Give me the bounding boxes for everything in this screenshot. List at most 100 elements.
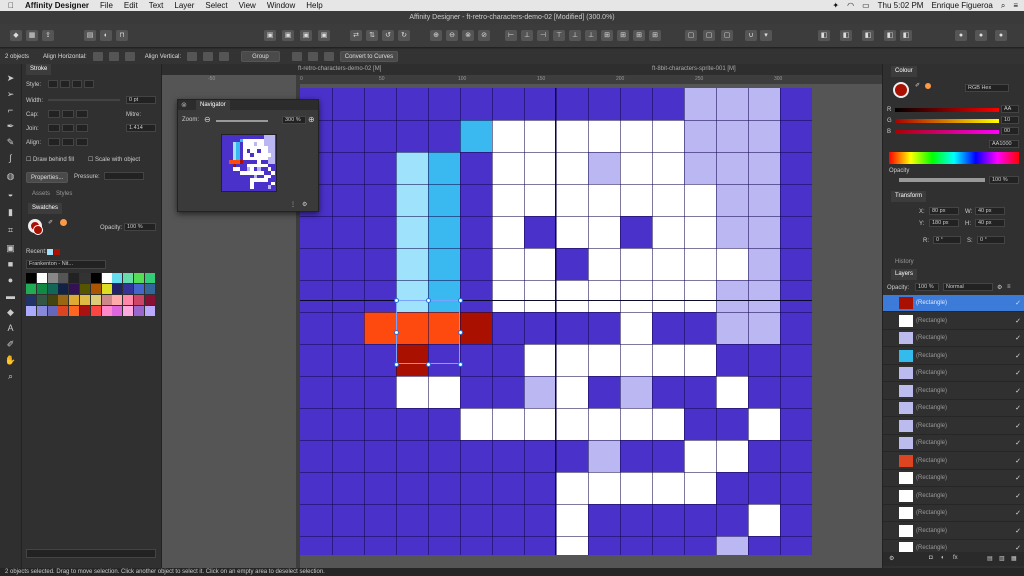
colour-mode-select[interactable]: RGB Hex [965,84,1009,92]
document-setup-icon[interactable]: ▤ [84,30,96,41]
palette-swatch[interactable] [36,284,47,294]
menu-window[interactable]: Window [267,1,295,10]
draw-behind-checkbox[interactable]: ☐ Draw behind fill [26,156,74,163]
preferences-icon[interactable]: ◧ [862,30,874,41]
pixel-rect[interactable] [524,344,556,376]
align-outside-icon[interactable] [76,138,88,146]
align-v-middle-icon[interactable] [203,52,214,61]
menu-file[interactable]: File [100,1,113,10]
stroke-tab[interactable]: Stroke [26,64,52,75]
stroke-dash-icon[interactable] [72,80,82,88]
assets-tab[interactable]: Assets [28,189,54,200]
palette-swatch[interactable] [80,295,90,305]
pixel-rect[interactable] [748,120,780,152]
pixel-rect[interactable] [716,152,748,184]
align-v-bottom-icon[interactable] [219,52,230,61]
pixel-rect[interactable] [748,216,780,248]
pixel-rect[interactable] [524,152,556,184]
pixel-rect[interactable] [684,216,716,248]
user-name[interactable]: Enrique Figueroa [931,1,992,10]
pixel-rect[interactable] [588,472,620,504]
visibility-checkbox[interactable]: ✓ [1015,387,1021,395]
pixel-rect[interactable] [492,280,524,312]
selection-bounds[interactable] [396,300,460,364]
palette-swatch[interactable] [69,273,80,283]
pixel-rect[interactable] [620,472,652,504]
layer-row[interactable]: (Rectangle) ✓ [883,505,1024,522]
navigator-menu-icon[interactable]: ⋮ [290,201,296,208]
palette-swatch[interactable] [90,284,101,294]
stroke-none-icon[interactable] [48,80,58,88]
layer-row[interactable]: (Rectangle) ✓ [883,383,1024,400]
zoom-input[interactable]: 300 % [282,116,306,124]
pixel-rect[interactable] [460,408,492,440]
palette-swatch[interactable] [58,273,69,283]
selection-handle[interactable] [458,298,463,303]
visibility-checkbox[interactable]: ✓ [1015,404,1021,412]
pixel-rect[interactable] [716,312,748,344]
palette-swatch[interactable] [123,295,134,305]
selection-handle[interactable] [458,330,463,335]
layer-row[interactable]: (Rectangle) ✓ [883,418,1024,435]
pixel-rect[interactable] [492,184,524,216]
pixel-rect[interactable] [652,152,684,184]
search-icon[interactable]: ⌕ [1001,1,1005,11]
layer-row[interactable]: (Rectangle) ✓ [883,435,1024,452]
close-icon[interactable]: ⊗ [181,101,187,109]
green-input[interactable]: 10 [1001,116,1019,124]
palette-swatch[interactable] [101,284,112,294]
pixel-rect[interactable] [588,120,620,152]
pixel-rect[interactable] [748,280,780,312]
rounded-rect-tool-icon[interactable]: ▬ [4,290,17,302]
navigator-tab[interactable]: Navigator [196,100,230,110]
pixel-rect[interactable] [684,280,716,312]
pixel-rect[interactable] [588,408,620,440]
pixel-rect[interactable] [716,536,748,555]
visibility-checkbox[interactable]: ✓ [1015,317,1021,325]
pixel-rect[interactable] [684,248,716,280]
layer-row[interactable]: (Rectangle) ✓ [883,488,1024,505]
grid-icon[interactable]: ⊞ [649,30,661,41]
colour-spectrum[interactable] [889,152,1019,164]
studio-icon[interactable]: ◧ [840,30,852,41]
palette-swatch[interactable] [90,295,101,305]
align-v-top-icon[interactable] [187,52,198,61]
duplicate-layer-icon[interactable]: ▥ [999,555,1005,562]
palette-swatch[interactable] [58,306,69,316]
join-round-icon[interactable] [62,124,74,132]
pixel-rect[interactable] [748,504,780,536]
pixel-rect[interactable] [524,408,556,440]
opacity-input[interactable]: 100 % [124,223,156,231]
pixel-rect[interactable] [620,248,652,280]
pressure-control[interactable] [104,172,144,180]
layer-row[interactable]: (Rectangle) ✓ [883,453,1024,470]
clock[interactable]: Thu 5:02 PM [878,1,924,10]
scale-checkbox[interactable]: ☐ Scale with object [88,156,140,163]
snap-guides-icon[interactable]: ▢ [703,30,715,41]
flip-v-icon[interactable]: ⇅ [366,30,378,41]
recent-swatch[interactable] [47,249,53,255]
zoom-tool-icon[interactable]: ⌕ [4,370,17,382]
mitre-input[interactable]: 1.414 [126,124,156,132]
pixel-rect[interactable] [556,504,588,536]
tab-doc-1[interactable]: ft-retro-characters-demo-02 [M] [298,66,381,72]
visibility-checkbox[interactable]: ✓ [1015,334,1021,342]
align-top-icon[interactable]: ⊤ [553,30,565,41]
layer-row[interactable]: (Rectangle) ✓ [883,523,1024,540]
pixel-rect[interactable] [556,344,588,376]
pixel-rect[interactable] [748,248,780,280]
pixel-rect[interactable] [684,88,716,120]
palette-swatch[interactable] [144,295,155,305]
export-persona-icon[interactable]: ⇪ [42,30,54,41]
palette-swatch[interactable] [26,284,36,294]
palette-dropdown[interactable]: Frankenton - Nit... [26,260,106,269]
navigator-preview[interactable] [221,134,277,192]
gear-icon[interactable]: ⚙ [302,201,307,208]
boolean-add-icon[interactable]: ⊕ [430,30,442,41]
palette-swatch[interactable] [101,273,112,283]
stroke-brush-icon[interactable] [84,80,94,88]
flip-horizontal-icon[interactable] [307,52,318,61]
blue-input[interactable]: 00 [1001,127,1019,135]
delete-layer-icon[interactable]: ▦ [1011,555,1017,562]
palette-swatch[interactable] [112,306,123,316]
